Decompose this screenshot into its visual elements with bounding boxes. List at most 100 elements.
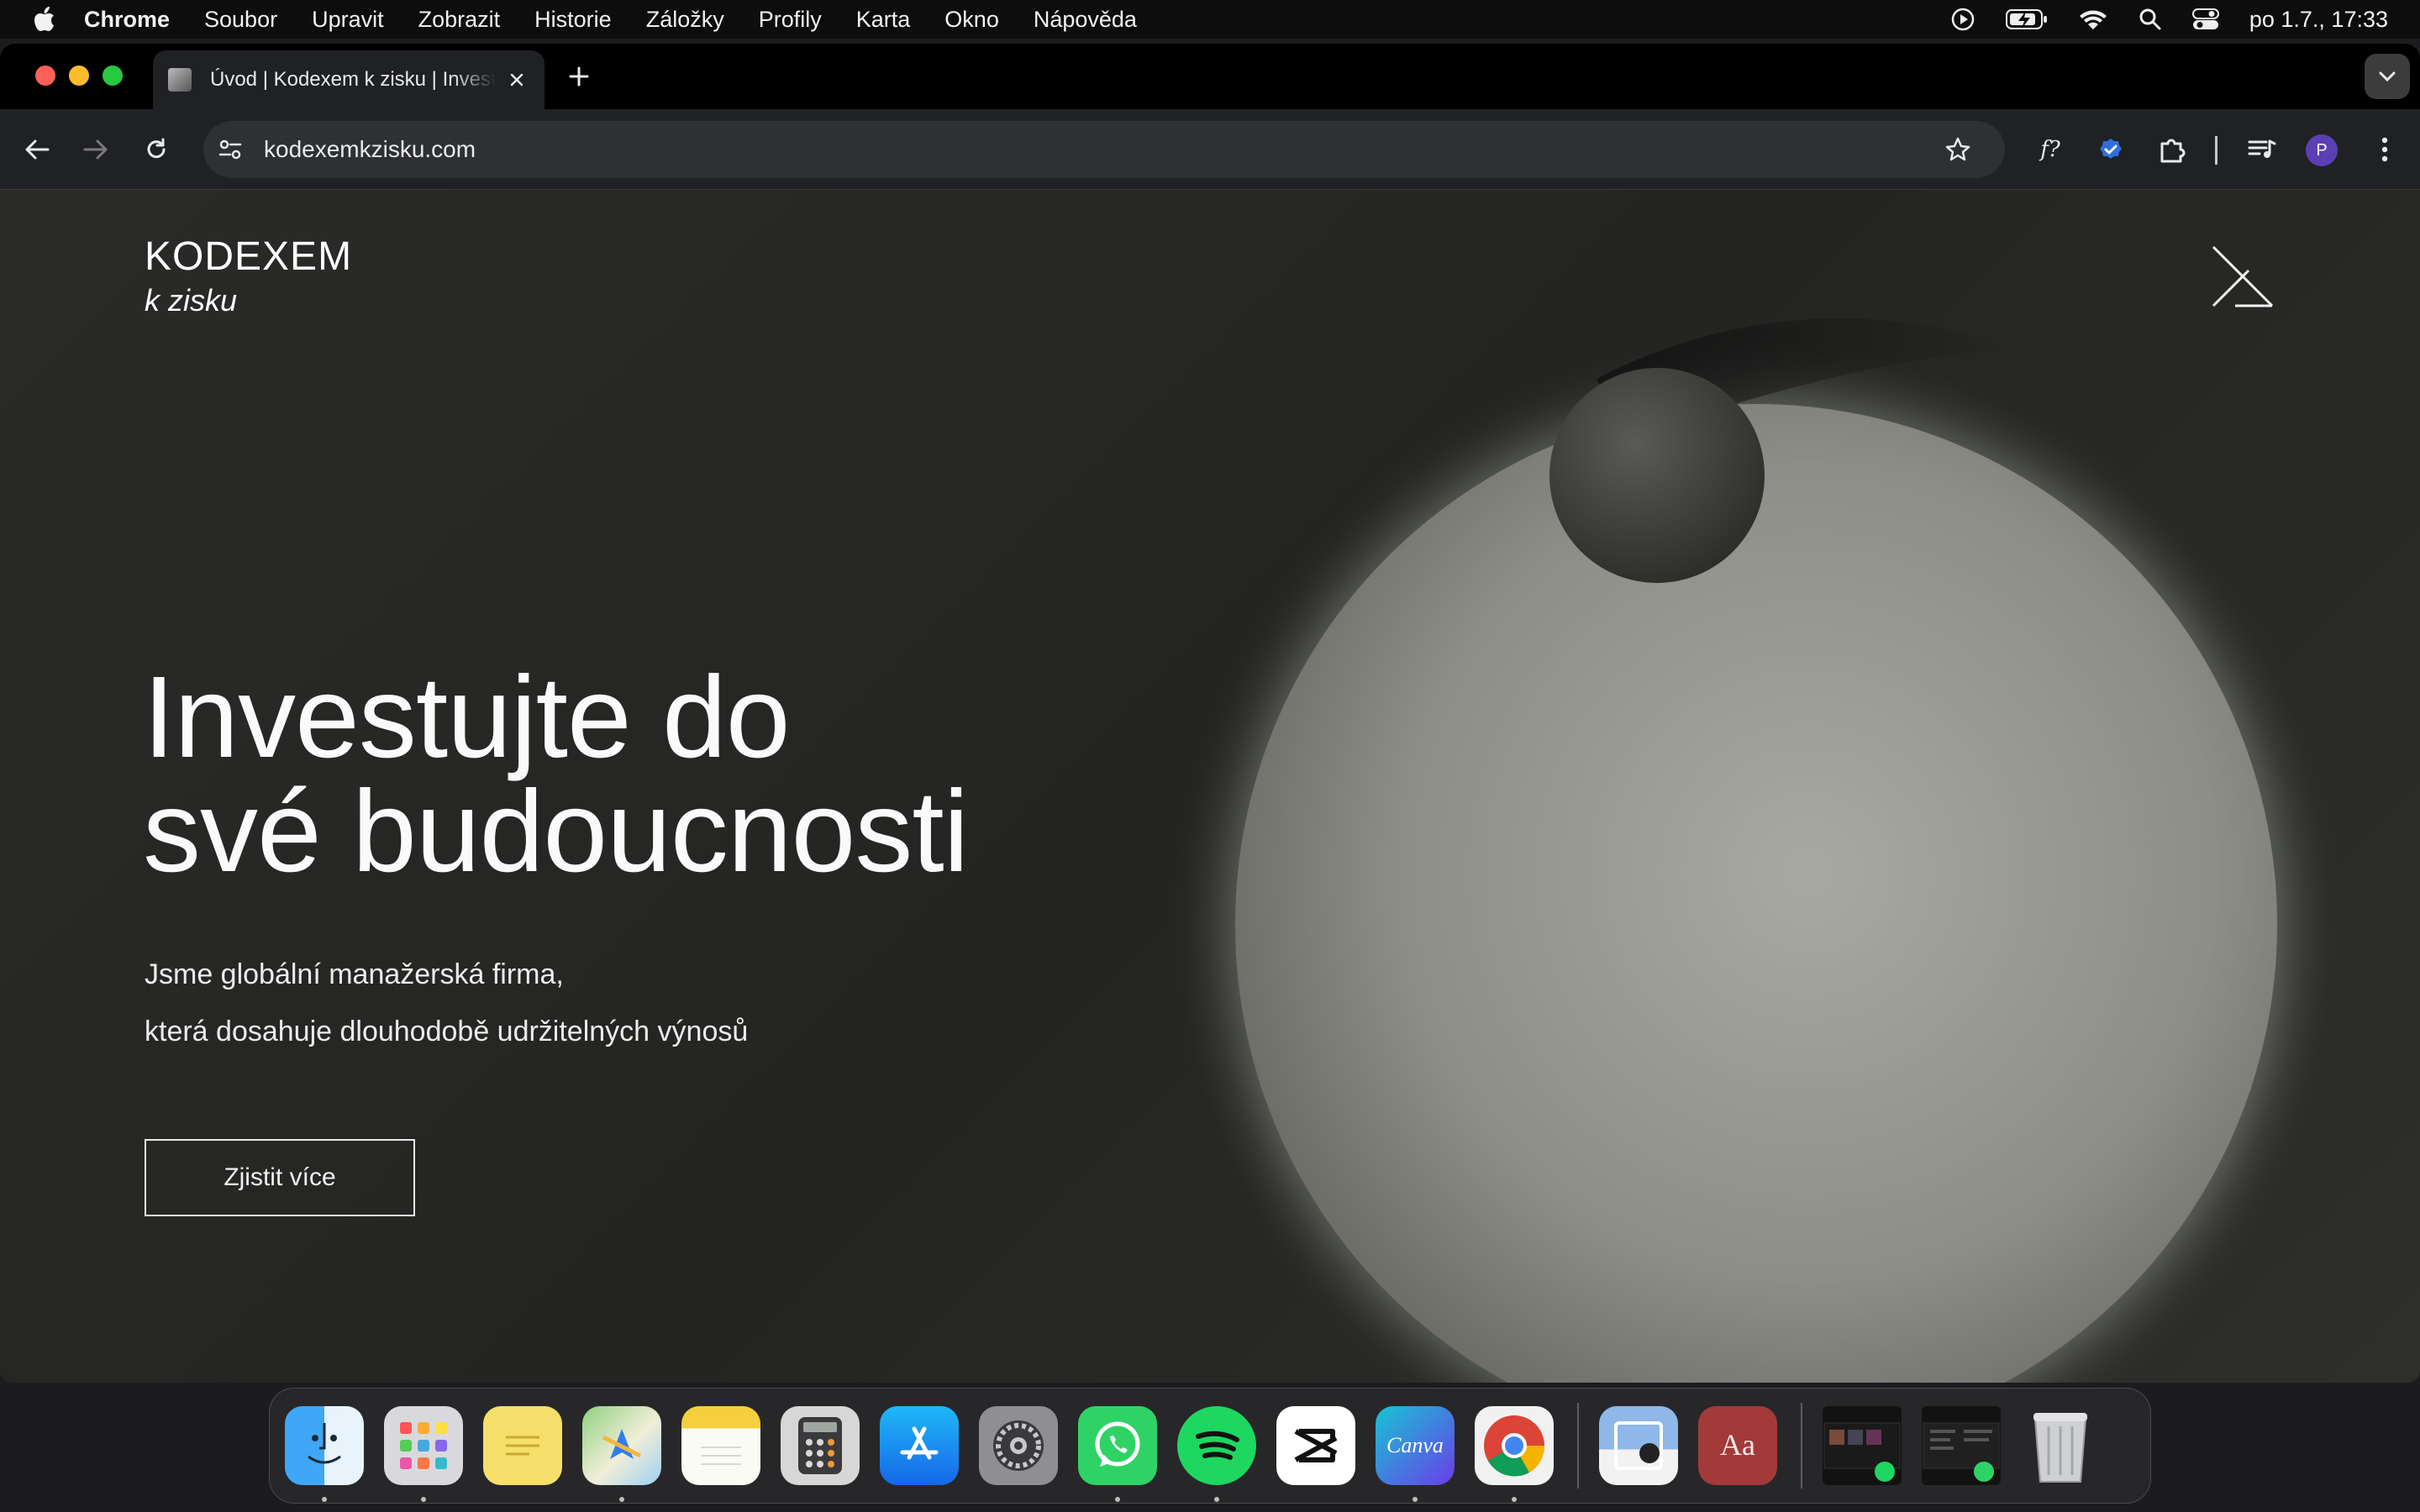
dock-launchpad[interactable] (384, 1406, 463, 1502)
url-text[interactable]: kodexemkzisku.com (264, 136, 476, 163)
status-area: po 1.7., 17:33 (1950, 0, 2388, 39)
whatsapp-icon (1078, 1406, 1157, 1485)
spotify-icon (1177, 1406, 1256, 1485)
reload-icon[interactable] (139, 133, 173, 166)
site-info-icon[interactable] (213, 133, 247, 166)
toolbar-divider (2215, 136, 2217, 165)
menu-napoveda[interactable]: Nápověda (1034, 7, 1137, 33)
logo-main-text: KODEXEM (145, 234, 353, 279)
dock: Canva Aa (269, 1388, 2151, 1504)
dock-canva[interactable]: Canva (1376, 1406, 1455, 1502)
dock-preview[interactable] (1599, 1406, 1678, 1485)
menu-zalozky[interactable]: Záložky (646, 7, 724, 33)
back-arrow-icon[interactable] (20, 133, 54, 166)
dock-stickies[interactable] (483, 1406, 562, 1485)
menu-soubor[interactable]: Soubor (204, 7, 277, 33)
hero-heading: Investujte do své budoucnosti (143, 653, 1235, 890)
menu-zobrazit[interactable]: Zobrazit (418, 7, 501, 33)
bookmark-star-icon[interactable] (1941, 133, 1975, 166)
tab-strip: Úvod | Kodexem k zisku | Investice (0, 44, 2420, 109)
menu-karta[interactable]: Karta (856, 7, 911, 33)
dock-maps[interactable] (582, 1406, 661, 1502)
dock-dictionary[interactable]: Aa (1698, 1406, 1777, 1485)
browser-toolbar: kodexemkzisku.com f? P (0, 109, 2420, 190)
trash-icon (2021, 1406, 2100, 1485)
window-minimize-button[interactable] (69, 66, 89, 86)
tab-close-icon[interactable] (504, 67, 529, 92)
browser-window: Úvod | Kodexem k zisku | Investice kodex… (0, 44, 2420, 1383)
launchpad-icon (384, 1406, 463, 1485)
dock-divider (1801, 1403, 1802, 1488)
spotify-window-thumbnail-icon (1823, 1406, 1902, 1485)
address-bar[interactable]: kodexemkzisku.com (203, 121, 2005, 178)
hero-description-line1: Jsme globální manažerská firma, (145, 958, 564, 990)
preview-icon (1599, 1406, 1678, 1485)
tab-title: Úvod | Kodexem k zisku | Investice (210, 68, 496, 91)
site-favicon-icon (168, 68, 192, 92)
notes-icon (681, 1406, 760, 1485)
menu-bar: Chrome Soubor Upravit Zobrazit Historie … (0, 0, 2420, 39)
site-menu-icon[interactable] (2210, 244, 2275, 309)
fx-extension-icon[interactable]: f? (2033, 133, 2067, 166)
screen-record-icon[interactable] (1950, 7, 1975, 32)
site-logo[interactable]: KODEXEM k zisku (145, 234, 352, 318)
running-indicator (1512, 1497, 1517, 1502)
dock-spotify[interactable] (1177, 1406, 1256, 1502)
menu-upravit[interactable]: Upravit (312, 7, 384, 33)
web-page-hero: KODEXEM k zisku Investujte do své budouc… (0, 190, 2420, 1383)
stickies-icon (483, 1406, 562, 1485)
new-tab-icon[interactable] (565, 62, 593, 91)
running-indicator (1214, 1497, 1219, 1502)
whatsapp-window-thumbnail-icon (1922, 1406, 2001, 1485)
dock-chrome[interactable] (1475, 1406, 1554, 1502)
running-indicator (1115, 1497, 1120, 1502)
svg-text:Canva: Canva (1386, 1433, 1444, 1457)
canva-icon: Canva (1376, 1406, 1455, 1485)
hero-description-line2: která dosahuje dlouhodobě udržitelných v… (145, 1016, 749, 1047)
dock-trash[interactable] (2021, 1406, 2100, 1485)
system-settings-gear-icon (979, 1406, 1058, 1485)
tab-active[interactable]: Úvod | Kodexem k zisku | Investice (153, 50, 544, 109)
dock-system-settings[interactable] (979, 1406, 1058, 1485)
spotlight-search-icon[interactable] (2139, 8, 2162, 31)
extensions-puzzle-icon[interactable] (2156, 133, 2190, 166)
calculator-icon (781, 1406, 860, 1485)
profile-avatar[interactable]: P (2306, 134, 2338, 166)
window-zoom-button[interactable] (103, 66, 123, 86)
learn-more-button[interactable]: Zjistit více (145, 1139, 415, 1216)
more-menu-icon[interactable] (2368, 133, 2402, 166)
menu-okno[interactable]: Okno (944, 7, 999, 33)
dock-calculator[interactable] (781, 1406, 860, 1485)
verified-extension-icon[interactable] (2094, 133, 2128, 166)
svg-text:Aa: Aa (1720, 1428, 1755, 1462)
running-indicator (1413, 1497, 1418, 1502)
logo-sub-text: k zisku (145, 283, 238, 318)
media-control-icon[interactable] (2245, 133, 2279, 166)
menu-app-name[interactable]: Chrome (84, 7, 170, 33)
dock-whatsapp[interactable] (1078, 1406, 1157, 1502)
dock-divider (1577, 1403, 1579, 1488)
dock-notes[interactable] (681, 1406, 760, 1485)
tab-search-chevron-icon[interactable] (2365, 54, 2410, 99)
apple-menu-icon[interactable] (25, 0, 64, 39)
maps-icon (582, 1406, 661, 1485)
dock-window-spotify[interactable] (1823, 1406, 1902, 1485)
running-indicator (322, 1497, 327, 1502)
running-indicator (619, 1497, 624, 1502)
dock-capcut[interactable] (1276, 1406, 1355, 1485)
menu-clock[interactable]: po 1.7., 17:33 (2249, 7, 2388, 33)
chrome-icon (1475, 1406, 1554, 1485)
forward-arrow-icon[interactable] (79, 133, 113, 166)
finder-icon (285, 1406, 364, 1485)
menu-historie[interactable]: Historie (534, 7, 612, 33)
dock-window-whatsapp[interactable] (1922, 1406, 2001, 1485)
window-close-button[interactable] (35, 66, 55, 86)
control-center-icon[interactable] (2191, 8, 2219, 31)
hero-description: Jsme globální manažerská firma, která do… (145, 946, 748, 1060)
battery-charging-icon[interactable] (2005, 8, 2048, 30)
wifi-icon[interactable] (2078, 8, 2108, 31)
dock-finder[interactable] (285, 1406, 364, 1502)
dock-app-store[interactable] (880, 1406, 959, 1485)
hero-heading-line1: Investujte do (143, 653, 791, 782)
menu-profily[interactable]: Profily (759, 7, 822, 33)
